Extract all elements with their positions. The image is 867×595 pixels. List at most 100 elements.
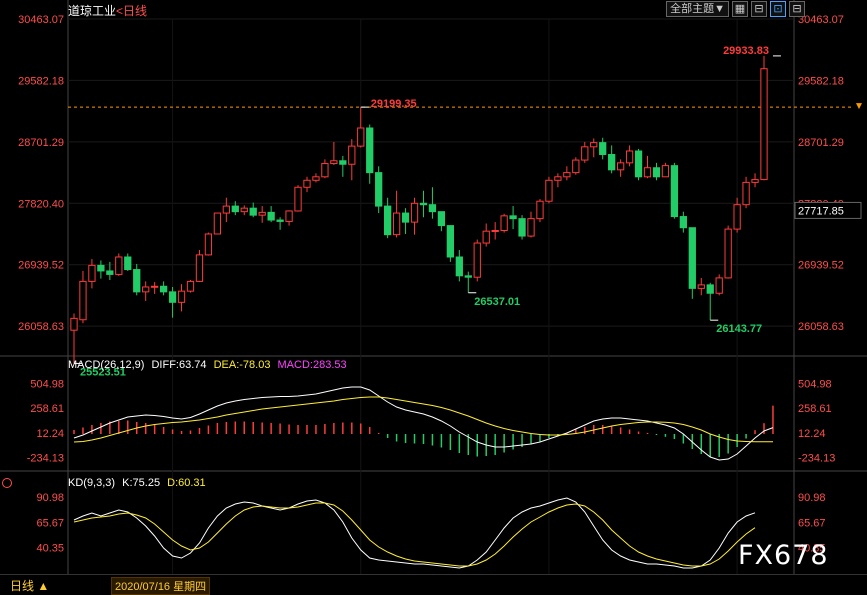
candle-body-62 (625, 150, 634, 164)
candle-body-65 (652, 167, 661, 178)
candle-body-30 (339, 160, 347, 165)
candle-body-55 (563, 172, 571, 178)
period-indicator[interactable]: <日线 (116, 4, 147, 18)
indicator-settings-icon[interactable] (2, 478, 12, 488)
candle-body-75 (742, 181, 750, 206)
annotation-label-2: 26537.01 (474, 296, 520, 308)
price-tick-right-4: 26939.52 (798, 260, 844, 272)
watermark-logo: FX678 (738, 540, 829, 571)
instrument-name: 道琼工业 (68, 4, 117, 18)
candle-body-54 (554, 176, 562, 181)
layout-icon[interactable]: ⊡ (770, 1, 786, 17)
collapse-icon[interactable]: ⊟ (789, 1, 805, 17)
candle-body-60 (608, 153, 616, 171)
candle-body-74 (733, 204, 741, 230)
candle-body-28 (321, 163, 329, 178)
candle-body-14 (195, 254, 204, 282)
candle-body-3 (97, 264, 105, 272)
bottom-bar: 日线 ▲ 2020/07/16 星期四 (0, 574, 867, 595)
kd-legend: KD(9,3,3) K:75.25 D:60.31 (68, 477, 210, 489)
macd-tick-left-2: 12.24 (36, 428, 64, 440)
annotation-label-1: 29199.35 (371, 98, 417, 110)
price-tick-left-0: 30463.07 (18, 14, 64, 26)
candle-body-41 (437, 211, 446, 227)
candle-body-77 (760, 68, 768, 181)
period-label: 日线 (10, 579, 35, 593)
candle-body-66 (661, 165, 670, 178)
candle-body-46 (482, 230, 490, 244)
candle-body-25 (294, 186, 302, 212)
candle-body-50 (518, 218, 526, 237)
annotation-label-4: 29933.83 (723, 45, 769, 57)
period-selector[interactable]: 日线 ▲ (10, 577, 49, 594)
candle-body-35 (384, 205, 392, 236)
candle-body-16 (213, 212, 222, 235)
candle-body-69 (688, 227, 696, 289)
candle-body-20 (249, 207, 257, 216)
candle-body-64 (643, 167, 652, 178)
candle-body-15 (204, 233, 213, 256)
price-tick-right-1: 29582.18 (798, 75, 844, 87)
kd-d: D:60.31 (167, 477, 206, 489)
candle-body-27 (312, 176, 320, 181)
candle-body-68 (679, 216, 687, 229)
annotation-label-3: 26143.77 (716, 323, 762, 335)
price-tick-left-5: 26058.63 (18, 321, 64, 333)
topic-dropdown-button[interactable]: 全部主题▼ (666, 1, 729, 17)
macd-tick-right-2: 12.24 (798, 428, 826, 440)
candle-body-1 (79, 280, 87, 321)
candle-body-59 (599, 142, 607, 155)
macd-dea: DEA:-78.03 (213, 359, 271, 371)
candle-body-42 (446, 225, 454, 258)
candle-body-2 (88, 264, 96, 282)
candle-body-6 (124, 256, 132, 271)
current-price-label: 27717.85 (798, 205, 844, 217)
candle-body-48 (500, 215, 508, 231)
candle-body-49 (509, 215, 517, 220)
toolbar: 全部主题▼ ▦ ⊟ ⊡ ⊟ (666, 1, 805, 17)
candle-body-72 (715, 277, 723, 294)
candle-body-57 (581, 146, 589, 161)
candle-body-12 (177, 290, 186, 303)
macd-tick-left-3: -234.13 (27, 452, 64, 464)
price-tick-left-2: 28701.29 (18, 137, 64, 149)
chevron-up-icon: ▲ (37, 579, 50, 593)
candle-body-22 (267, 211, 275, 221)
candle-body-38 (410, 202, 419, 223)
candle-body-45 (473, 242, 481, 278)
candle-body-33 (366, 127, 374, 174)
macd-diff: DIFF:63.74 (151, 359, 207, 371)
candle-body-34 (375, 172, 383, 207)
candle-body-21 (258, 211, 266, 216)
macd-tick-right-0: 504.98 (798, 379, 832, 391)
macd-legend: MACD(26,12,9) DIFF:63.74 DEA:-78.03 MACD… (68, 359, 351, 371)
candle-body-40 (428, 204, 437, 213)
candle-body-36 (392, 212, 401, 236)
crosshair-date: 2020/07/16 星期四 (111, 577, 211, 595)
grid-icon[interactable]: ▦ (732, 1, 748, 17)
candle-body-32 (357, 127, 365, 147)
candle-body-29 (330, 160, 338, 165)
candle-body-44 (464, 275, 472, 278)
price-tick-left-1: 29582.18 (18, 75, 64, 87)
candle-body-13 (186, 280, 195, 292)
reference-marker-icon (856, 103, 862, 110)
candle-body-18 (231, 205, 239, 213)
macd-tick-left-0: 504.98 (30, 379, 64, 391)
price-tick-left-4: 26939.52 (18, 260, 64, 272)
chart-title: 道琼工业<日线 (68, 2, 147, 18)
candle-body-10 (159, 285, 168, 293)
chart-canvas[interactable]: 30463.07 30463.0729582.18 29582.1828701.29… (0, 0, 867, 594)
candle-body-58 (590, 142, 598, 148)
macd-diff-line (73, 386, 774, 461)
candle-body-43 (455, 256, 463, 277)
candle-body-9 (151, 285, 159, 288)
candle-body-8 (142, 286, 150, 293)
kd-name: KD(9,3,3) (68, 477, 116, 489)
candle-body-17 (222, 205, 230, 214)
minimize-icon[interactable]: ⊟ (751, 1, 767, 17)
candle-body-26 (303, 179, 311, 188)
candle-body-76 (751, 179, 759, 183)
candle-body-56 (572, 159, 580, 174)
candle-body-73 (724, 228, 732, 279)
